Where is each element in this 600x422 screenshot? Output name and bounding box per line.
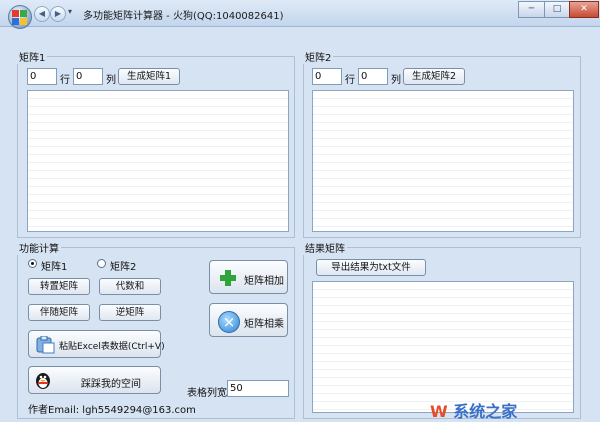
radio-matrix2-label[interactable]: 矩阵2 [110, 258, 136, 273]
result-grid[interactable] [312, 281, 574, 413]
watermark-brand-text: 系统之家 [453, 402, 518, 421]
radio-matrix2[interactable] [97, 259, 106, 268]
forward-icon[interactable]: ▶ [50, 6, 66, 22]
matrix-add-label: 矩阵相加 [244, 276, 284, 287]
radio-matrix1-label[interactable]: 矩阵1 [41, 258, 67, 273]
maximize-button[interactable]: □ [544, 1, 570, 18]
generate-matrix2-button[interactable]: 生成矩阵2 [403, 68, 465, 85]
paste-excel-label: 粘贴Excel表数据(Ctrl+V) [59, 342, 165, 352]
plus-icon [220, 270, 236, 286]
adjugate-button[interactable]: 伴随矩阵 [28, 304, 90, 321]
matrix2-label: 矩阵2 [303, 49, 334, 64]
matrix1-label: 矩阵1 [17, 49, 48, 64]
matrix-multiply-label: 矩阵相乘 [244, 319, 284, 330]
watermark: W 系统之家 [430, 398, 517, 422]
app-icon[interactable] [8, 5, 32, 29]
functions-label: 功能计算 [17, 240, 61, 255]
matrix2-grid[interactable] [312, 90, 574, 232]
matrix1-cols-label: 列 [106, 75, 116, 86]
column-width-input[interactable]: 50 [227, 380, 289, 397]
paste-icon [36, 336, 55, 354]
qq-penguin-icon [36, 373, 50, 389]
column-width-label: 表格列宽 [187, 388, 227, 399]
matrix2-rows-input[interactable]: 0 [312, 68, 342, 85]
radio-matrix1[interactable] [28, 259, 37, 268]
back-icon[interactable]: ◀ [34, 6, 50, 22]
matrix2-cols-input[interactable]: 0 [358, 68, 388, 85]
matrix-multiply-button[interactable]: 矩阵相乘 [209, 303, 288, 337]
matrix2-rows-label: 行 [345, 75, 355, 86]
visit-space-button[interactable]: 踩踩我的空间 [28, 366, 161, 394]
title-bar: ◀ ▶ ▾ 多功能矩阵计算器 - 火狗(QQ:1040082641) ─ □ ✕ [0, 0, 600, 29]
export-txt-button[interactable]: 导出结果为txt文件 [316, 259, 426, 276]
matrix1-rows-input[interactable]: 0 [27, 68, 57, 85]
watermark-brand-w: W [430, 402, 448, 421]
inverse-button[interactable]: 逆矩阵 [99, 304, 161, 321]
minimize-button[interactable]: ─ [518, 1, 545, 18]
generate-matrix1-button[interactable]: 生成矩阵1 [118, 68, 180, 85]
matrix1-rows-label: 行 [60, 75, 70, 86]
author-email: 作者Email: lgh5549294@163.com [28, 405, 196, 416]
matrix1-cols-input[interactable]: 0 [73, 68, 103, 85]
multiply-icon [218, 311, 240, 333]
cofactor-button[interactable]: 代数和 [99, 278, 161, 295]
result-label: 结果矩阵 [303, 240, 347, 255]
dropdown-icon[interactable]: ▾ [68, 7, 72, 16]
window-title: 多功能矩阵计算器 - 火狗(QQ:1040082641) [83, 11, 284, 22]
matrix1-grid[interactable] [27, 90, 289, 232]
matrix2-cols-label: 列 [391, 75, 401, 86]
paste-excel-button[interactable]: 粘贴Excel表数据(Ctrl+V) [28, 330, 165, 358]
visit-space-label: 踩踩我的空间 [81, 379, 141, 390]
matrix-add-button[interactable]: 矩阵相加 [209, 260, 288, 294]
transpose-button[interactable]: 转置矩阵 [28, 278, 90, 295]
close-button[interactable]: ✕ [569, 1, 599, 18]
